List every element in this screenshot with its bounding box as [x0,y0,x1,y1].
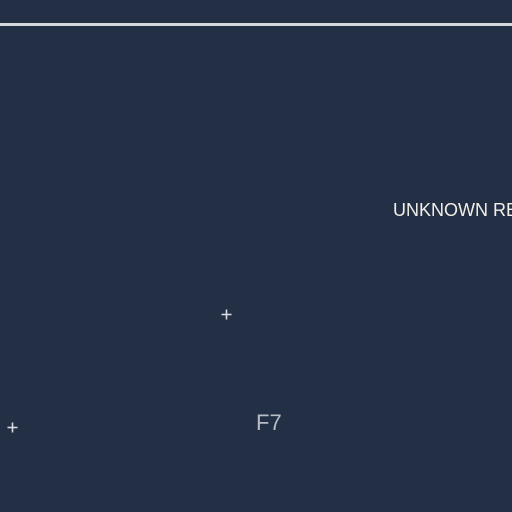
map-canvas[interactable]: UNKNOWN REGION F7 [0,0,512,512]
grid-cell-label: F7 [256,410,282,435]
map-top-border [0,23,512,26]
region-label: UNKNOWN REGION [393,200,512,220]
crosshair-icon[interactable] [7,422,18,433]
crosshair-icon[interactable] [221,309,232,320]
